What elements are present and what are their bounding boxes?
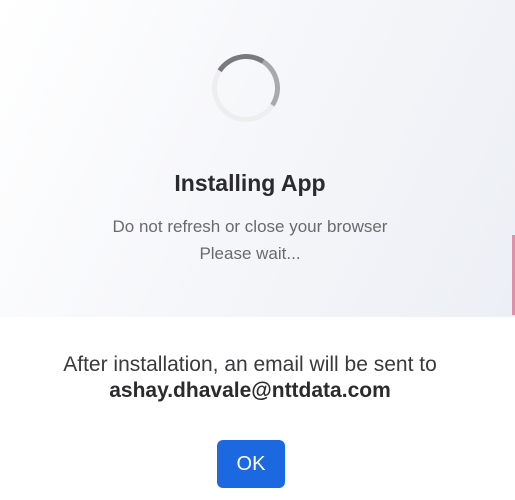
install-title: Installing App — [174, 170, 326, 196]
install-dialog: Installing App Do not refresh or close y… — [0, 0, 515, 500]
install-progress-panel: Installing App Do not refresh or close y… — [0, 0, 515, 317]
email-notice-text: After installation, an email will be sen… — [63, 353, 437, 376]
install-wait-text: Please wait... — [199, 244, 301, 263]
install-warning-text: Do not refresh or close your browser — [112, 217, 388, 236]
recipient-email: ashay.dhavale@nttdata.com — [109, 379, 391, 402]
ok-button[interactable]: OK — [217, 440, 285, 488]
loading-spinner-icon — [205, 47, 287, 129]
